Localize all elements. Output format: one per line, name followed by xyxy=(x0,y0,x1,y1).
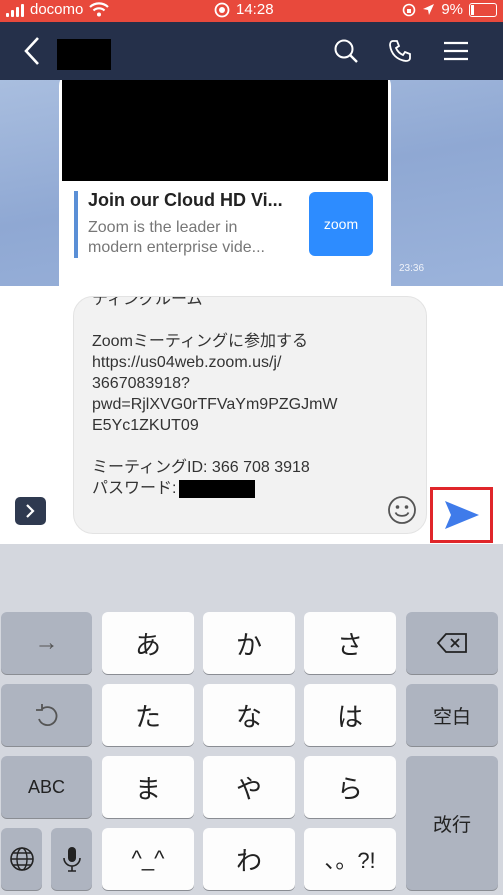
abc-key[interactable]: ABC xyxy=(1,756,92,818)
input-area: ティングルーム Zoomミーティングに参加する https://us04web.… xyxy=(0,286,503,544)
message-timestamp: 23:36 xyxy=(399,263,425,274)
key-emoticon[interactable]: ^_^ xyxy=(102,828,194,890)
password-label: パスワード: xyxy=(92,480,177,497)
key-arrow[interactable]: → xyxy=(1,612,92,674)
menu-button[interactable] xyxy=(436,22,476,80)
wifi-icon xyxy=(89,2,110,17)
key-ra[interactable]: ら xyxy=(304,756,396,818)
message-line: ミーティングID: 366 708 3918 xyxy=(92,459,310,476)
carrier-label: docomo xyxy=(30,1,84,18)
chevron-right-icon xyxy=(26,504,35,518)
preview-image xyxy=(62,80,388,181)
delete-key[interactable] xyxy=(406,612,498,674)
send-icon xyxy=(444,501,479,529)
signal-icon xyxy=(6,3,24,17)
key-ka[interactable]: か xyxy=(203,612,295,674)
undo-icon xyxy=(35,704,57,726)
message-line: E5Yc1ZKUT09 xyxy=(92,417,199,434)
message-line: Zoomミーティングに参加する xyxy=(92,333,308,350)
chevron-left-icon xyxy=(24,37,39,65)
battery-percent: 9% xyxy=(441,1,463,18)
send-button[interactable] xyxy=(430,487,493,543)
chat-area: Join our Cloud HD Vi... Zoom is the lead… xyxy=(0,80,503,286)
link-description: Zoom is the leader in modern enterprise … xyxy=(88,218,301,258)
expand-button[interactable] xyxy=(15,497,46,525)
menu-icon xyxy=(444,41,468,61)
return-key[interactable]: 改行 xyxy=(406,756,498,890)
orientation-lock-icon xyxy=(403,3,416,16)
message-line: 3667083918? xyxy=(92,375,190,392)
back-button[interactable] xyxy=(12,22,52,80)
message-input[interactable]: ティングルーム Zoomミーティングに参加する https://us04web.… xyxy=(73,296,427,534)
emoji-button[interactable] xyxy=(387,495,417,525)
password-redacted xyxy=(179,479,256,498)
link-preview-card[interactable]: Join our Cloud HD Vi... Zoom is the lead… xyxy=(59,80,391,286)
key-ya[interactable]: や xyxy=(203,756,295,818)
clock: 14:28 xyxy=(236,1,274,18)
microphone-icon xyxy=(62,847,81,872)
search-icon xyxy=(334,39,358,63)
message-line: ティングルーム xyxy=(92,296,203,308)
key-wa[interactable]: わ xyxy=(203,828,295,890)
key-ha[interactable]: は xyxy=(304,684,396,746)
key-ma[interactable]: ま xyxy=(102,756,194,818)
chat-header xyxy=(0,22,503,80)
key-sa[interactable]: さ xyxy=(304,612,396,674)
contact-name xyxy=(57,39,111,70)
zoom-logo: zoom xyxy=(309,192,373,256)
key-ta[interactable]: た xyxy=(102,684,194,746)
recording-icon xyxy=(214,2,230,17)
message-line xyxy=(92,310,382,331)
quote-bar xyxy=(74,191,78,258)
message-line xyxy=(92,436,382,457)
globe-key[interactable] xyxy=(1,828,42,890)
location-icon xyxy=(423,4,435,15)
key-a[interactable]: あ xyxy=(102,612,194,674)
dictation-key[interactable] xyxy=(51,828,92,890)
key-na[interactable]: な xyxy=(203,684,295,746)
password-line: パスワード: xyxy=(92,478,382,499)
search-button[interactable] xyxy=(326,22,366,80)
message-line: https://us04web.zoom.us/j/ xyxy=(92,354,282,371)
call-button[interactable] xyxy=(380,22,420,80)
link-description-line: Zoom is the leader in xyxy=(88,219,238,236)
keyboard: → あ か さ た な は 空白 ABC ま や ら 改行 ^_^ わ 、。?! xyxy=(0,544,503,895)
link-title: Join our Cloud HD Vi... xyxy=(88,190,283,210)
link-description-line: modern enterprise vide... xyxy=(88,239,265,256)
message-text: ティングルーム Zoomミーティングに参加する https://us04web.… xyxy=(92,296,382,499)
globe-icon xyxy=(9,847,34,871)
backspace-icon xyxy=(436,633,467,653)
battery-icon xyxy=(469,2,497,17)
phone-icon xyxy=(389,40,411,62)
smiley-icon xyxy=(388,496,416,524)
undo-key[interactable] xyxy=(1,684,92,746)
key-punctuation[interactable]: 、。?! xyxy=(304,828,396,890)
status-bar: docomo 14:28 9% xyxy=(0,0,503,22)
space-key[interactable]: 空白 xyxy=(406,684,498,746)
message-line: pwd=RjlXVG0rTFVaYm9PZGJmW xyxy=(92,396,338,413)
